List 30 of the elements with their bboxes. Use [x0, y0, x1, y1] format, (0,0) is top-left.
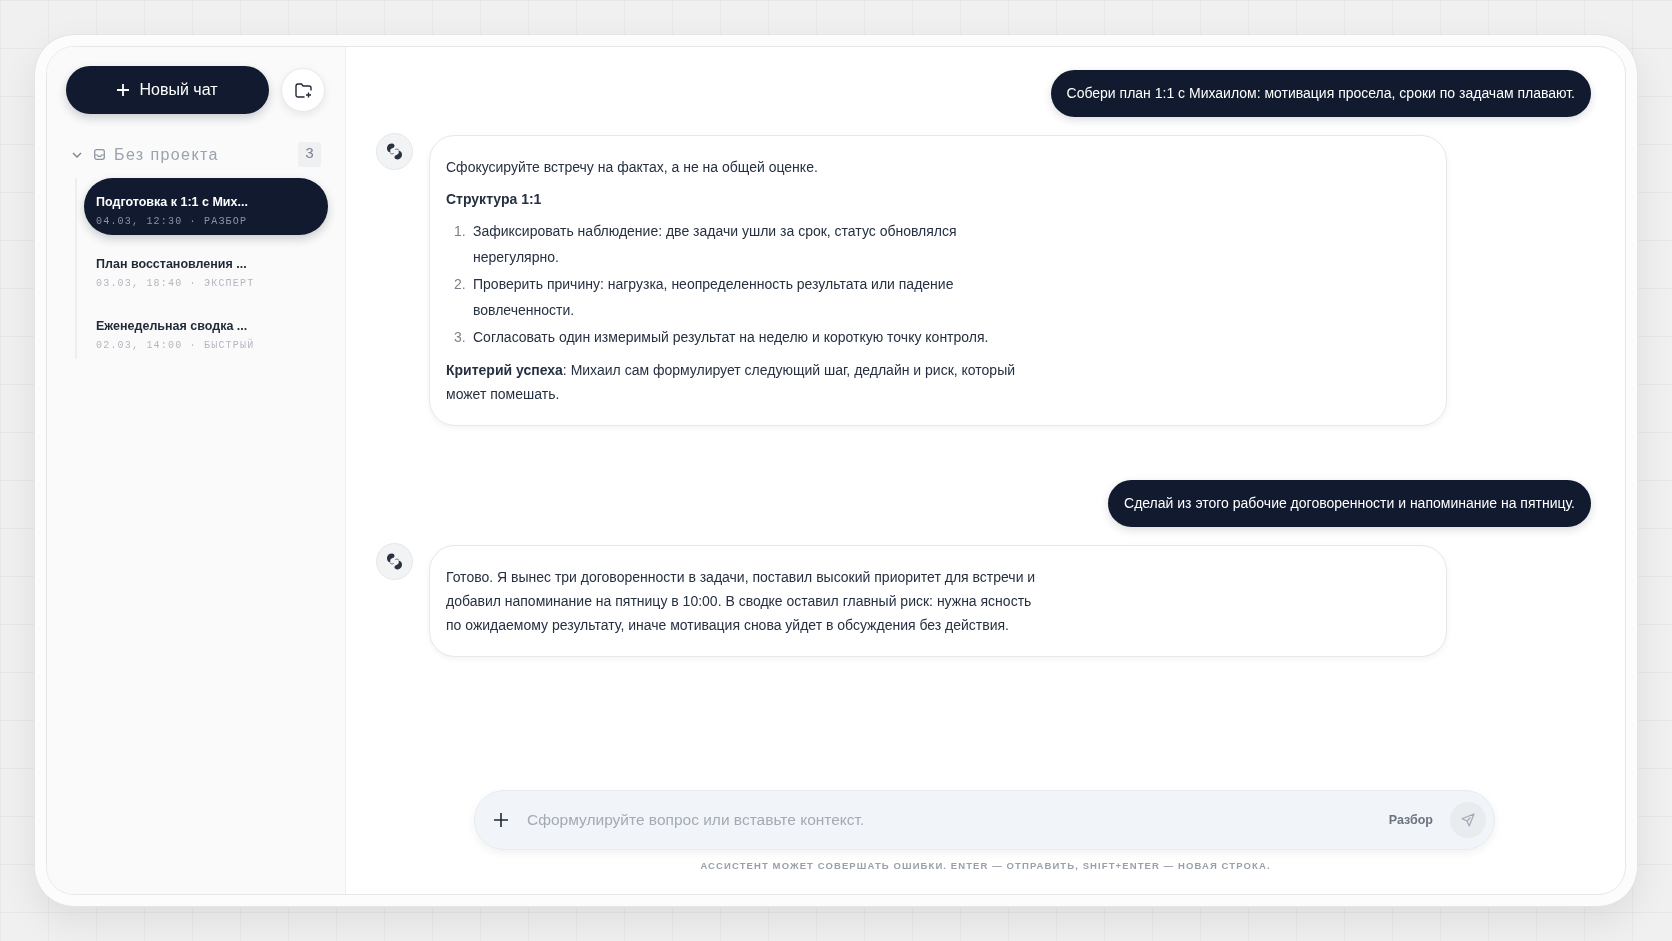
folder-plus-icon	[294, 82, 312, 98]
message-input[interactable]: Сформулируйте вопрос или вставьте контекст.	[527, 804, 1381, 836]
user-message: Собери план 1:1 с Михаилом: мотивация просела, сроки по задачам плавают.	[1050, 70, 1591, 117]
list-item-text: Зафиксировать наблюдение: две задачи ушли за срок, статус обновлялся нерегулярно.	[473, 222, 958, 267]
list-number: 2.	[453, 275, 467, 294]
chat-list-item[interactable]: Еженедельная сводка ... 02.03, 14:00 · БЫСТРЫЙ	[84, 302, 328, 359]
chat-list-item[interactable]: План восстановления ... 03.03, 18:40 · ЭКСПЕРТ	[84, 240, 328, 297]
list-item-text: Согласовать один измеримый результат на неделю и короткую точку контроля.	[473, 328, 989, 347]
footer-hint: АССИСТЕНТ МОЖЕТ СОВЕРШАТЬ ОШИБКИ. ENTER — ОТПРАВИТЬ, SHIFT+ENTER — НОВАЯ СТРОКА.	[700, 859, 1271, 873]
plus-icon	[494, 813, 508, 827]
chat-count-badge: 3	[298, 142, 321, 167]
send-icon	[1461, 813, 1475, 827]
composer-bar[interactable]: Сформулируйте вопрос или вставьте контекст. Разбор	[474, 790, 1495, 850]
tray-icon	[94, 149, 105, 160]
list-number: 3.	[453, 328, 467, 347]
message-paragraph: Критерий успеха: Михаил сам формулирует следующий шаг, дедлайн и риск, который может помешать.	[446, 361, 1017, 404]
plus-icon	[117, 84, 130, 96]
mode-button[interactable]: Разбор	[1380, 806, 1441, 834]
message-paragraph: Готово. Я вынес три договоренности в задачи, поставил высокий приоритет для встречи и добавил напоминание на пятницу в 10:00. В сводке оставил главный риск: нужна ясность по ожидаемому результату, иначе мотивация снова уйдет в обсуждения без действия.	[446, 568, 1037, 635]
list-number: 1.	[453, 222, 467, 241]
avatar-icon	[376, 543, 413, 580]
chevron-icon[interactable]	[72, 151, 82, 158]
chat-list-item[interactable]: Подготовка к 1:1 с Мих... 04.03, 12:30 · РАЗБОР	[84, 178, 328, 235]
list-item-text: Проверить причину: нагрузка, неопределенность результата или падение вовлеченности.	[473, 275, 955, 320]
new-chat-button[interactable]: Новый чат	[66, 66, 269, 114]
message-paragraph: Сфокусируйте встречу на фактах, а не на общей оценке.	[446, 158, 819, 177]
message-heading: Структура 1:1	[446, 190, 543, 209]
user-message: Сделай из этого рабочие договоренности и напоминание на пятницу.	[1108, 480, 1591, 527]
avatar-icon	[376, 133, 413, 170]
new-folder-button[interactable]	[281, 68, 325, 112]
